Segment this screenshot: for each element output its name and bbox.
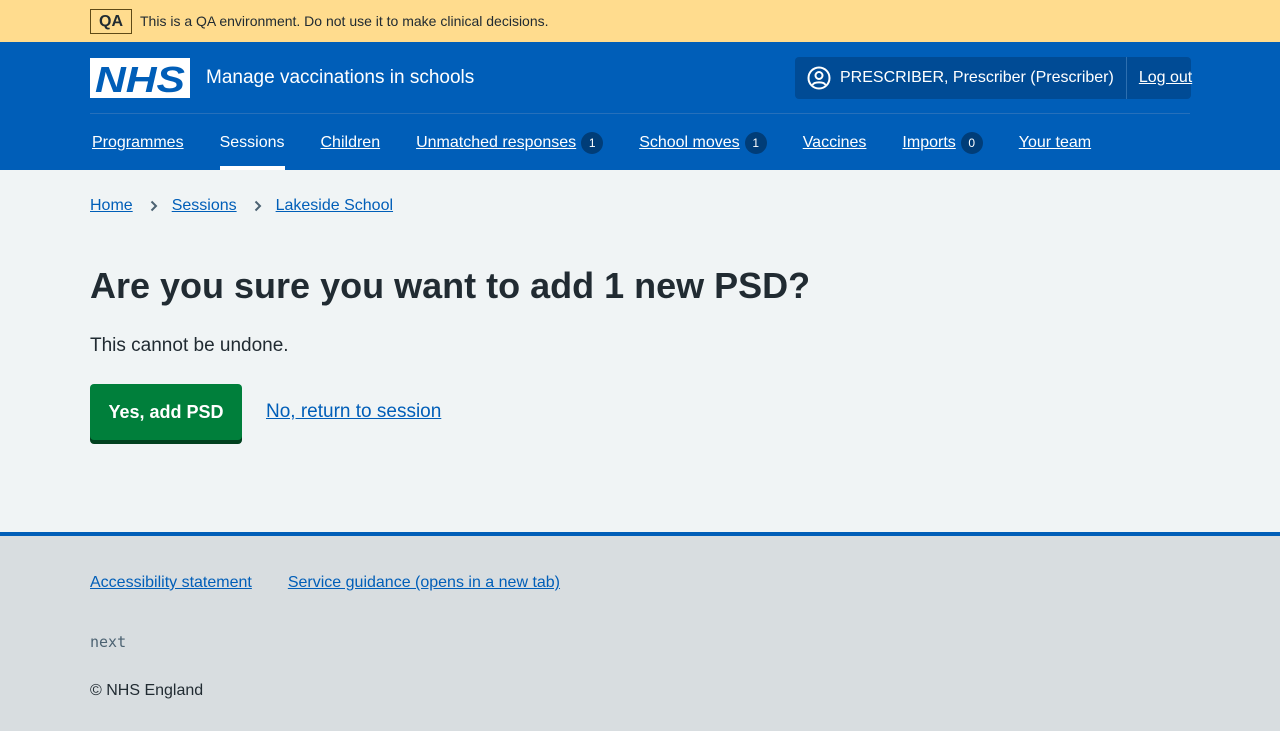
nav-label[interactable]: Children: [321, 134, 381, 152]
header-divider: [90, 113, 1190, 114]
warning-text: This cannot be undone.: [90, 335, 289, 356]
count-badge: 1: [744, 132, 767, 154]
footer-links: Accessibility statement Service guidance…: [90, 574, 596, 592]
site-header: NHS Manage vaccinations in schools PRESC…: [0, 42, 1280, 170]
nav-item-programmes[interactable]: Programmes: [90, 126, 184, 170]
nhs-logo-text: NHS: [95, 59, 185, 98]
chevron-right-icon: [150, 200, 158, 212]
breadcrumb-lakeside-school[interactable]: Lakeside School: [276, 196, 393, 216]
user-icon: [807, 66, 831, 90]
account-bar: PRESCRIBER, Prescriber (Prescriber) Log …: [795, 57, 1192, 99]
copyright: © NHS England: [90, 682, 204, 699]
return-to-session-link[interactable]: No, return to session: [266, 400, 441, 424]
logout-link[interactable]: Log out: [1127, 69, 1204, 87]
nav-item-imports[interactable]: Imports 0: [902, 126, 983, 170]
service-name[interactable]: Manage vaccinations in schools: [206, 67, 474, 89]
nav-item-vaccines[interactable]: Vaccines: [803, 126, 867, 170]
nav-label[interactable]: Vaccines: [803, 134, 867, 152]
nav-item-children[interactable]: Children: [321, 126, 381, 170]
version-label: next: [90, 633, 127, 651]
service-guidance-link[interactable]: Service guidance (opens in a new tab): [288, 574, 560, 592]
nhs-logo[interactable]: NHS: [90, 58, 190, 98]
accessibility-statement-link[interactable]: Accessibility statement: [90, 574, 252, 592]
account-user-label: PRESCRIBER, Prescriber (Prescriber): [840, 69, 1114, 86]
nav-label[interactable]: Imports: [902, 134, 955, 152]
nav-label[interactable]: Your team: [1019, 134, 1091, 152]
nav-item-your-team[interactable]: Your team: [1019, 126, 1091, 170]
nav-item-school-moves[interactable]: School moves 1: [639, 126, 767, 170]
qa-tag: QA: [90, 9, 132, 34]
page-title: Are you sure you want to add 1 new PSD?: [90, 265, 811, 306]
site-footer: Accessibility statement Service guidance…: [0, 532, 1280, 731]
nav-label[interactable]: Unmatched responses: [416, 134, 576, 152]
nav-item-unmatched-responses[interactable]: Unmatched responses 1: [416, 126, 604, 170]
nav-label[interactable]: Programmes: [92, 134, 184, 152]
nav-item-sessions[interactable]: Sessions: [219, 126, 285, 170]
nav-label[interactable]: Sessions: [220, 134, 285, 152]
count-badge: 0: [960, 132, 983, 154]
count-badge: 1: [581, 132, 604, 154]
primary-navigation: Programmes Sessions Children Unmatched r…: [90, 126, 1127, 170]
nav-label[interactable]: School moves: [639, 134, 740, 152]
breadcrumb-home[interactable]: Home: [90, 196, 133, 216]
confirm-add-psd-button[interactable]: Yes, add PSD: [90, 384, 242, 440]
account-user: PRESCRIBER, Prescriber (Prescriber): [795, 57, 1127, 99]
breadcrumb: Home Sessions Lakeside School: [90, 196, 393, 216]
breadcrumb-sessions[interactable]: Sessions: [172, 196, 237, 216]
chevron-right-icon: [254, 200, 262, 212]
qa-environment-banner: QA This is a QA environment. Do not use …: [0, 0, 1280, 42]
qa-banner-message: This is a QA environment. Do not use it …: [140, 13, 549, 29]
